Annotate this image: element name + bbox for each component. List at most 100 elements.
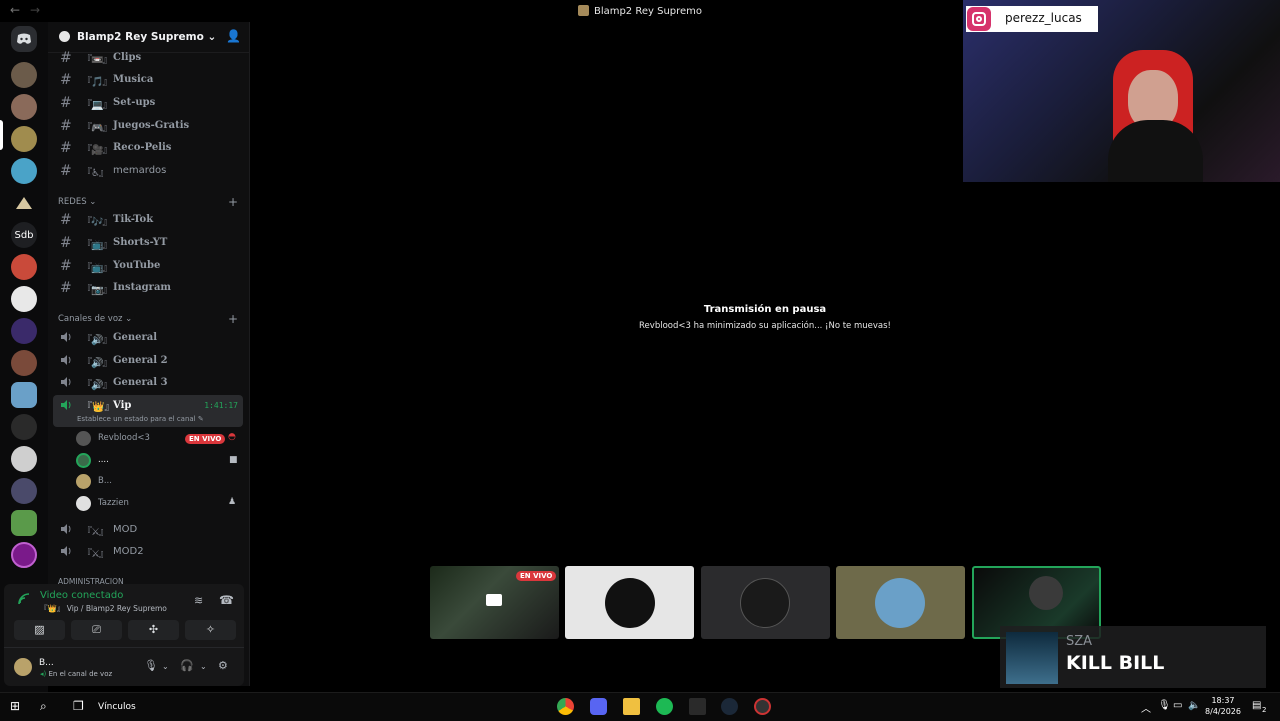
- voice-channel-mod[interactable]: 『⚔』 MOD: [53, 520, 243, 540]
- channel-musica[interactable]: # 『🎵』 Musica: [53, 70, 243, 90]
- clock-time[interactable]: 18:37: [1206, 696, 1240, 705]
- server-sdb-icon[interactable]: Sdb: [11, 222, 37, 248]
- voice-member[interactable]: B...: [76, 471, 246, 491]
- category-label: Canales de voz: [58, 314, 123, 324]
- server-icon[interactable]: [11, 382, 37, 408]
- search-icon[interactable]: ⌕: [40, 699, 47, 714]
- server-icon[interactable]: [11, 478, 37, 504]
- channel-name: General: [113, 332, 158, 343]
- obs-icon[interactable]: [754, 698, 771, 715]
- channel-clips[interactable]: # 『📼』 Clips: [53, 48, 243, 68]
- speaker-icon: [61, 355, 71, 365]
- add-channel-icon[interactable]: +: [228, 195, 238, 209]
- participant-tile[interactable]: [836, 566, 965, 639]
- channel-reco-pelis[interactable]: # 『🎥』 Reco-Pelis: [53, 138, 243, 158]
- channel-memardos[interactable]: # 『♿』 memardos: [53, 161, 243, 181]
- channel-status[interactable]: Establece un estado para el canal ✎: [77, 415, 204, 423]
- chrome-icon[interactable]: [557, 698, 574, 715]
- microphone-icon[interactable]: 🎙: [144, 659, 158, 672]
- discord-home-icon[interactable]: [11, 26, 37, 52]
- gear-icon[interactable]: ⚙: [218, 659, 228, 672]
- epic-games-icon[interactable]: [689, 698, 706, 715]
- task-view-icon[interactable]: ❐: [73, 699, 84, 713]
- voice-channel-mod2[interactable]: 『⚔』 MOD2: [53, 542, 243, 562]
- camera-off-button[interactable]: ▨: [14, 620, 65, 640]
- server-icon[interactable]: [11, 158, 37, 184]
- server-icon[interactable]: [11, 542, 37, 568]
- participant-tile[interactable]: [565, 566, 694, 639]
- channel-name: Reco-Pelis: [113, 142, 172, 153]
- participant-tile[interactable]: [701, 566, 830, 639]
- voice-location[interactable]: 『👑』 Vip / Blamp2 Rey Supremo: [40, 603, 167, 614]
- disconnect-icon[interactable]: ☎: [219, 593, 234, 607]
- activities-button[interactable]: ✣: [128, 620, 179, 640]
- channel-emoji: 『⚔』: [82, 527, 109, 538]
- server-icon[interactable]: [11, 350, 37, 376]
- channel-emoji: 『🎶』: [82, 217, 112, 228]
- server-icon[interactable]: [11, 126, 37, 152]
- file-explorer-icon[interactable]: [623, 698, 640, 715]
- channel-name: MOD2: [113, 546, 144, 557]
- member-name: Tazzien: [98, 498, 129, 508]
- screen-share-button[interactable]: ⎚: [71, 620, 122, 640]
- steam-icon[interactable]: [721, 698, 738, 715]
- guild-name[interactable]: Blamp2 Rey Supremo ⌄: [77, 31, 216, 43]
- noise-suppression-icon[interactable]: ≋: [194, 594, 203, 607]
- server-icon[interactable]: [11, 318, 37, 344]
- invite-icon[interactable]: 👤: [226, 29, 241, 43]
- server-icon[interactable]: [11, 510, 37, 536]
- triangle-server-icon[interactable]: [11, 190, 37, 216]
- microphone-icon[interactable]: 🎙: [1158, 700, 1171, 711]
- server-icon[interactable]: [11, 286, 37, 312]
- channel-name: MOD: [113, 524, 138, 535]
- channel-emoji: 『♿』: [82, 168, 109, 179]
- voice-member[interactable]: Tazzien ♟: [76, 493, 246, 513]
- voice-channel-vip[interactable]: 『👑』 Vip 1:41:17 Establece un estado para…: [53, 395, 243, 427]
- chevron-down-icon[interactable]: ⌄: [162, 662, 169, 671]
- channel-name: Juegos-Gratis: [113, 120, 190, 131]
- avatar[interactable]: [14, 658, 32, 676]
- server-icon[interactable]: [11, 62, 37, 88]
- chevron-down-icon[interactable]: ⌄: [200, 662, 207, 671]
- channel-shorts-yt[interactable]: # 『📺』 Shorts-YT: [53, 233, 243, 253]
- signal-icon[interactable]: [17, 592, 31, 606]
- category-voice[interactable]: Canales de voz ⌄ +: [58, 312, 238, 326]
- call-timer: 1:41:17: [204, 401, 238, 410]
- soundboard-button[interactable]: ✧: [185, 620, 236, 640]
- windows-start-icon[interactable]: ⊞: [10, 699, 20, 713]
- channel-set-ups[interactable]: # 『💻』 Set-ups: [53, 93, 243, 113]
- username[interactable]: B...: [39, 658, 54, 668]
- spotify-icon[interactable]: [656, 698, 673, 715]
- channel-instagram[interactable]: # 『📷』 Instagram: [53, 278, 243, 298]
- add-channel-icon[interactable]: +: [228, 312, 238, 326]
- channel-name: YouTube: [113, 260, 161, 271]
- speaker-icon: [61, 524, 71, 534]
- server-icon[interactable]: [11, 254, 37, 280]
- links-label[interactable]: Vínculos: [98, 702, 136, 712]
- gamepad-icon: ♟: [228, 497, 237, 507]
- channel-tik-tok[interactable]: # 『🎶』 Tik-Tok: [53, 210, 243, 230]
- channel-youtube[interactable]: # 『📺』 YouTube: [53, 256, 243, 276]
- speaker-icon: [61, 332, 71, 342]
- chevron-up-icon[interactable]: ︿: [1141, 700, 1151, 715]
- server-icon[interactable]: [11, 446, 37, 472]
- server-icon[interactable]: [11, 94, 37, 120]
- clock-date[interactable]: 8/4/2026: [1204, 707, 1242, 716]
- hash-icon: #: [60, 163, 72, 179]
- voice-member[interactable]: Revblood<3 EN VIVO ◓: [76, 428, 246, 448]
- network-icon[interactable]: ▭: [1173, 700, 1182, 711]
- category-redes[interactable]: REDES ⌄ +: [58, 195, 238, 209]
- voice-channel-general-3[interactable]: 『🔊』 General 3: [53, 373, 243, 393]
- voice-member[interactable]: .... ■: [76, 450, 246, 470]
- channel-juegos-gratis[interactable]: # 『🎮』 Juegos-Gratis: [53, 116, 243, 136]
- pencil-icon: ✎: [197, 415, 204, 423]
- voice-channel-general[interactable]: 『🔊』 General: [53, 328, 243, 348]
- discord-icon[interactable]: [590, 698, 607, 715]
- volume-icon[interactable]: 🔈: [1188, 700, 1200, 711]
- participant-tile-stream[interactable]: EN VIVO: [430, 566, 559, 639]
- notification-icon[interactable]: ▤: [1252, 700, 1261, 711]
- headphones-icon[interactable]: 🎧: [180, 659, 194, 672]
- voice-channel-general-2[interactable]: 『🔊』 General 2: [53, 351, 243, 371]
- music-artist: SZA: [1066, 634, 1093, 649]
- server-icon[interactable]: [11, 414, 37, 440]
